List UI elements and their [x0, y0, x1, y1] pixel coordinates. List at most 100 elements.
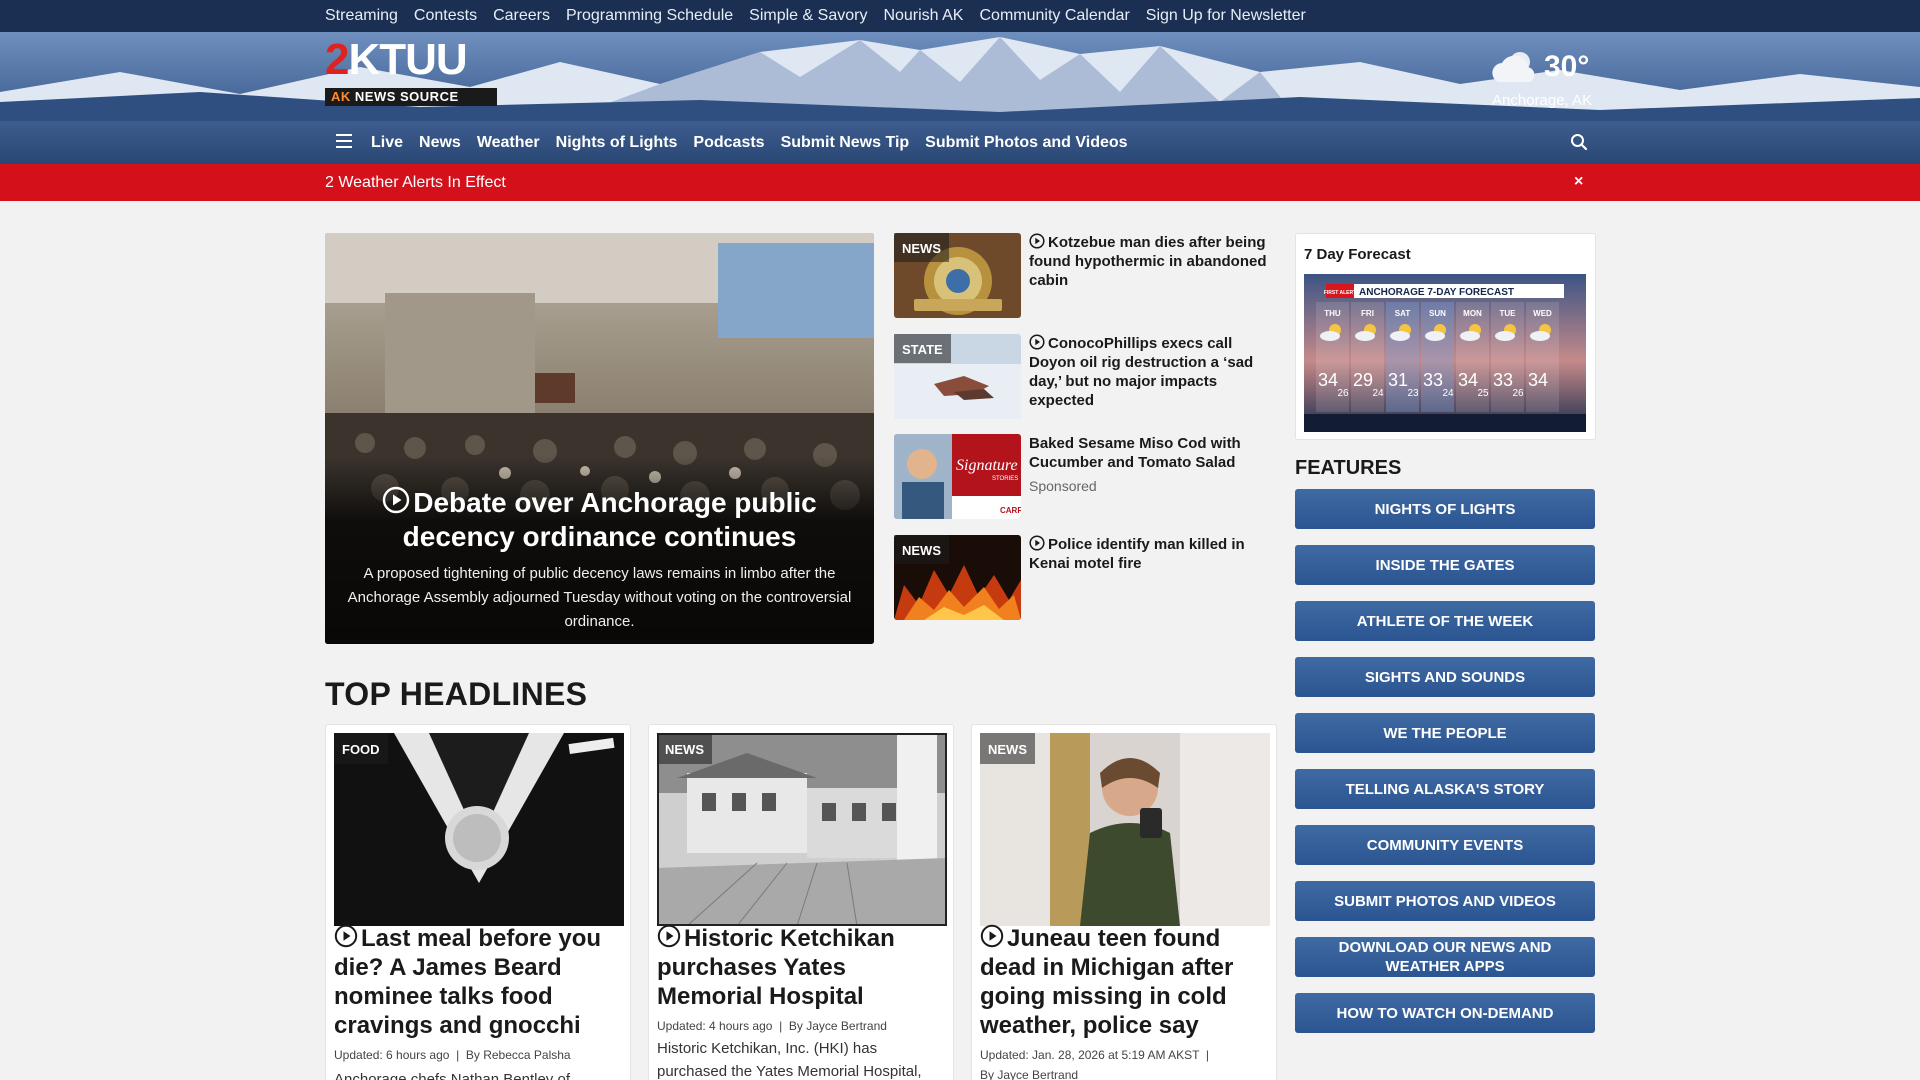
feature-button-download-apps[interactable]: DOWNLOAD OUR NEWS AND WEATHER APPS	[1295, 937, 1595, 977]
side-story[interactable]: STATE ConocoPhillips execs call Doyon oi…	[894, 334, 1279, 420]
utility-link-newsletter[interactable]: Sign Up for Newsletter	[1146, 7, 1306, 25]
current-temp: 30°	[1544, 50, 1590, 83]
feature-button-community-events[interactable]: COMMUNITY EVENTS	[1295, 825, 1595, 865]
side-story[interactable]: NEWS Kotzebue man dies after being found…	[894, 233, 1279, 319]
top-headlines-heading: TOP HEADLINES	[325, 676, 588, 712]
forecast-high: 34	[1528, 370, 1548, 390]
category-tag: FOOD	[334, 733, 388, 764]
play-icon	[383, 486, 410, 514]
utility-link-nourish-ak[interactable]: Nourish AK	[883, 7, 963, 25]
cloud-icon	[1495, 331, 1515, 341]
current-weather[interactable]: 30° Anchorage, AK	[1480, 44, 1593, 114]
cloud-icon	[1425, 331, 1445, 341]
feature-button-inside-the-gates[interactable]: INSIDE THE GATES	[1295, 545, 1595, 585]
forecast-high: 34	[1318, 370, 1338, 390]
weather-alert-bar: 2 Weather Alerts In Effect ×	[0, 164, 1920, 201]
forecast-low: 25	[1477, 388, 1489, 399]
play-icon	[980, 924, 1004, 948]
forecast-day-label: SUN	[1429, 309, 1446, 318]
utility-link-careers[interactable]: Careers	[493, 7, 550, 25]
side-story[interactable]: NEWS Police identify man killed in Kenai…	[894, 535, 1279, 621]
story-headline: Police identify man killed in Kenai mote…	[1029, 535, 1245, 572]
cloud-icon	[1530, 331, 1550, 341]
forecast-day-label: FRI	[1361, 309, 1374, 318]
nav-item-weather[interactable]: Weather	[477, 134, 540, 152]
hero-story[interactable]: Debate over Anchorage public decency ord…	[325, 233, 874, 644]
nav-item-submit-photos[interactable]: Submit Photos and Videos	[925, 134, 1127, 152]
carrs-logo-text: CARRS	[1000, 506, 1021, 515]
cloud-sun-icon	[1492, 52, 1535, 82]
utility-nav: Streaming Contests Careers Programming S…	[0, 0, 1920, 32]
utility-link-streaming[interactable]: Streaming	[325, 7, 398, 25]
card-meta: Updated: 6 hours ago | By Rebecca Palsha	[334, 1048, 571, 1062]
feature-button-sights-and-sounds[interactable]: SIGHTS AND SOUNDS	[1295, 657, 1595, 697]
current-location: Anchorage, AK	[1492, 92, 1593, 109]
forecast-day: THU 3426	[1316, 302, 1349, 412]
cloud-icon	[1460, 331, 1480, 341]
forecast-low: 23	[1407, 388, 1419, 399]
main-nav: Live News Weather Nights of Lights Podca…	[0, 121, 1920, 164]
forecast-high: 29	[1353, 370, 1373, 390]
feature-button-nights-of-lights[interactable]: NIGHTS OF LIGHTS	[1295, 489, 1595, 529]
header-banner	[0, 32, 1920, 121]
utility-link-programming-schedule[interactable]: Programming Schedule	[566, 7, 733, 25]
feature-button-athlete-of-the-week[interactable]: ATHLETE OF THE WEEK	[1295, 601, 1595, 641]
forecast-day: SUN 3324	[1421, 302, 1454, 412]
forecast-high: 33	[1423, 370, 1443, 390]
weather-alert-text[interactable]: 2 Weather Alerts In Effect	[325, 164, 506, 201]
forecast-day: WED 34	[1526, 302, 1559, 412]
forecast-high: 34	[1458, 370, 1478, 390]
nav-item-live[interactable]: Live	[371, 134, 403, 152]
forecast-day-label: MON	[1463, 309, 1482, 318]
nav-item-podcasts[interactable]: Podcasts	[693, 134, 764, 152]
hero-title[interactable]: Debate over Anchorage public decency ord…	[337, 486, 862, 554]
hero-caption: Debate over Anchorage public decency ord…	[325, 456, 874, 644]
sponsored-story[interactable]: Signature STORIES CARRS Baked Sesame Mis…	[894, 434, 1279, 520]
headline-card: NEWS Juneau teen found dead in Michigan …	[971, 724, 1277, 1080]
feature-button-we-the-people[interactable]: WE THE PEOPLE	[1295, 713, 1595, 753]
features-heading: FEATURES	[1295, 457, 1402, 479]
close-icon[interactable]: ×	[1574, 173, 1583, 191]
card-headline[interactable]: Historic Ketchikan purchases Yates Memor…	[657, 924, 949, 1011]
category-tag: STATE	[894, 334, 951, 363]
forecast-day-label: SAT	[1395, 309, 1411, 318]
nav-item-submit-news-tip[interactable]: Submit News Tip	[781, 134, 910, 152]
search-icon[interactable]	[1570, 133, 1588, 151]
category-tag: NEWS	[894, 233, 949, 262]
feature-button-submit-photos[interactable]: SUBMIT PHOTOS AND VIDEOS	[1295, 881, 1595, 921]
category-tag: NEWS	[980, 733, 1035, 764]
logo-tagline: AK NEWS SOURCE	[325, 88, 497, 106]
feature-button-telling-alaskas-story[interactable]: TELLING ALASKA'S STORY	[1295, 769, 1595, 809]
nav-item-news[interactable]: News	[419, 134, 461, 152]
forecast-day: SAT 3123	[1386, 302, 1419, 412]
story-headline: Kotzebue man dies after being found hypo…	[1029, 233, 1267, 289]
play-icon	[1029, 334, 1045, 350]
forecast-low: 24	[1372, 388, 1384, 399]
feature-button-watch-on-demand[interactable]: HOW TO WATCH ON-DEMAND	[1295, 993, 1595, 1033]
cloud-icon	[1320, 331, 1340, 341]
seven-day-forecast[interactable]: 7 Day Forecast FIRST ALERT ANCHORAGE 7-D…	[1295, 233, 1596, 440]
hamburger-menu-icon[interactable]	[336, 134, 352, 150]
first-alert-badge: FIRST ALERT	[1324, 290, 1356, 296]
forecast-day: MON 3425	[1456, 302, 1489, 412]
card-headline[interactable]: Last meal before you die? A James Beard …	[334, 924, 626, 1040]
forecast-low: 26	[1512, 388, 1524, 399]
utility-link-contests[interactable]: Contests	[414, 7, 477, 25]
cloud-icon	[1355, 331, 1375, 341]
nav-item-nights-of-lights[interactable]: Nights of Lights	[556, 134, 678, 152]
forecast-day: TUE 3326	[1491, 302, 1524, 412]
forecast-high: 33	[1493, 370, 1513, 390]
forecast-day-label: WED	[1533, 309, 1552, 318]
utility-link-community-calendar[interactable]: Community Calendar	[979, 7, 1129, 25]
utility-link-simple-savory[interactable]: Simple & Savory	[749, 7, 867, 25]
forecast-high: 31	[1388, 370, 1408, 390]
card-snippet: Anchorage chefs Nathan Bentley of	[334, 1071, 570, 1080]
forecast-day: FRI 2924	[1351, 302, 1384, 412]
forecast-low: 26	[1337, 388, 1349, 399]
card-headline[interactable]: Juneau teen found dead in Michigan after…	[980, 924, 1272, 1040]
category-tag: NEWS	[657, 733, 712, 764]
story-headline: ConocoPhillips execs call Doyon oil rig …	[1029, 334, 1254, 409]
forecast-banner: ANCHORAGE 7-DAY FORECAST	[1359, 287, 1514, 298]
stories-logo-text: STORIES	[992, 476, 1018, 482]
site-logo[interactable]: 2KTUU AK NEWS SOURCE	[325, 38, 497, 110]
